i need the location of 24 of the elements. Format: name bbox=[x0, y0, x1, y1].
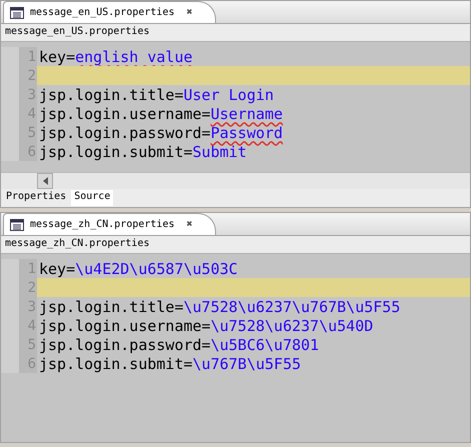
code-line: jsp.login.title=User Login bbox=[38, 86, 274, 104]
page-tab[interactable]: Source bbox=[71, 190, 114, 206]
tab-title: message_en_US.properties bbox=[30, 7, 174, 18]
code-line: jsp.login.username=\u7528\u6237\u540D bbox=[38, 316, 374, 334]
close-icon[interactable]: ✖ bbox=[186, 219, 193, 230]
file-label: message_zh_CN.properties bbox=[1, 236, 470, 254]
code-line: jsp.login.submit=Submit bbox=[38, 142, 247, 160]
file-label: message_en_US.properties bbox=[1, 24, 470, 42]
tab-title: message_zh_CN.properties bbox=[30, 219, 174, 230]
scroll-left-button[interactable] bbox=[37, 173, 53, 189]
left-arrow-icon bbox=[42, 177, 48, 185]
code-line: jsp.login.submit=\u767B\u5F55 bbox=[38, 354, 301, 372]
close-icon[interactable]: ✖ bbox=[186, 7, 193, 18]
file-icon bbox=[10, 6, 24, 18]
code-line: jsp.login.password=\u5BC6\u7801 bbox=[38, 336, 319, 354]
code-line: key=\u4E2D\u6587\u503C bbox=[38, 260, 238, 278]
editor-tab[interactable]: message_en_US.properties ✖ bbox=[3, 1, 216, 23]
code-line: jsp.login.username=Username bbox=[38, 104, 283, 122]
editor-tab[interactable]: message_zh_CN.properties ✖ bbox=[3, 213, 216, 235]
code-line: jsp.login.password=Password bbox=[38, 124, 283, 142]
code-line: jsp.login.title=\u7528\u6237\u767B\u5F55 bbox=[38, 298, 400, 316]
file-icon bbox=[10, 218, 24, 230]
code-line: key=english value bbox=[38, 48, 193, 66]
page-tab[interactable]: Properties bbox=[3, 190, 70, 206]
